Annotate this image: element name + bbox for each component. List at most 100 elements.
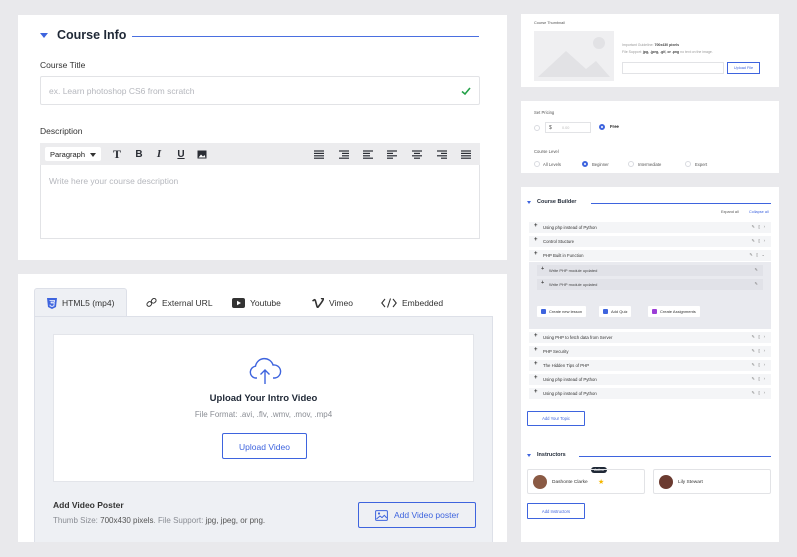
poster-size: 700x430 pixels [100, 516, 154, 525]
topic-row[interactable]: + PHP Security ✎ ▯ › [529, 346, 771, 357]
topic-title: Using php instead of Python [543, 391, 597, 396]
align-justify-icon[interactable] [459, 147, 473, 161]
course-info-header[interactable]: Course Info [40, 28, 126, 42]
tab-html5-label: HTML5 (mp4) [62, 298, 115, 308]
tab-external-url[interactable]: External URL [146, 288, 213, 317]
upload-video-button[interactable]: Upload Video [222, 433, 307, 459]
level-radio-expert[interactable] [685, 161, 691, 167]
create-assignment-button[interactable]: Create Assignments [648, 306, 700, 317]
course-builder-header[interactable]: Course Builder [527, 199, 576, 205]
free-radio[interactable] [599, 124, 605, 130]
tab-html5[interactable]: HTML5 (mp4) [34, 288, 128, 317]
paragraph-select[interactable]: Paragraph [45, 147, 101, 161]
topic-actions-icons[interactable]: ✎ ▯ › [751, 390, 766, 395]
tab-youtube[interactable]: Youtube [232, 288, 281, 317]
topic-actions-icons[interactable]: ✎ ▯ › [751, 376, 766, 381]
list-icon[interactable] [312, 147, 326, 161]
instructors-header[interactable]: Instructors [527, 452, 566, 458]
create-lesson-button[interactable]: Create new lesson [537, 306, 587, 317]
drag-plus-icon[interactable]: + [534, 237, 538, 243]
tab-youtube-label: Youtube [250, 297, 281, 308]
add-video-poster-button[interactable]: Add Video poster [358, 502, 476, 528]
chevron-down-icon [90, 153, 96, 157]
topic-actions-icons[interactable]: ✎ ▯ › [751, 238, 766, 243]
add-topic-button[interactable]: Add Your Topic [527, 411, 585, 426]
text-size-icon[interactable]: T [110, 147, 124, 161]
upload-file-button[interactable]: Upload File [727, 62, 760, 74]
description-label: Description [40, 126, 83, 136]
underline-icon[interactable]: U [174, 147, 188, 161]
video-dropzone[interactable]: Upload Your Intro Video File Format: .av… [53, 334, 474, 482]
collapse-caret-icon[interactable] [40, 32, 48, 38]
topic-actions-icons[interactable]: ✎ ▯ › [751, 334, 766, 339]
expand-all-link[interactable]: Expand all [721, 210, 739, 214]
course-title-label: Course Title [40, 60, 86, 70]
topic-row[interactable]: + Using php instead of Python ✎ ▯ › [529, 388, 771, 399]
italic-icon[interactable]: I [152, 147, 166, 161]
drag-plus-icon[interactable]: + [534, 361, 538, 367]
topic-actions-icons[interactable]: ✎ ▯ ⌄ [749, 252, 766, 257]
drag-plus-icon[interactable]: + [534, 223, 538, 229]
file-format-text: File Format: .avi, .flv, .wmv, .mov, .mp… [194, 410, 333, 419]
tab-embedded[interactable]: Embedded [381, 288, 443, 317]
align-right-icon[interactable] [435, 147, 449, 161]
level-radio-beginner[interactable] [582, 161, 588, 167]
poster-support: jpg, jpeg, or png. [205, 516, 266, 525]
course-title-input[interactable]: ex. Learn photoshop CS6 from scratch [40, 76, 480, 105]
lesson-row[interactable]: + Write PHP module updated ✎ [537, 279, 763, 290]
collapse-all-link[interactable]: Collapse all [749, 210, 769, 214]
lesson-icon [541, 309, 546, 314]
price-input[interactable]: $ 0.00 [545, 122, 591, 133]
topic-row[interactable]: + The Hidden Tips of PHP ✎ ▯ › [529, 360, 771, 371]
add-instructors-button[interactable]: Add Instructors [527, 503, 585, 519]
topic-row[interactable]: + PHP Built in Function ✎ ▯ ⌄ [529, 250, 771, 261]
lesson-row[interactable]: + Write PHP module updated ✎ [537, 265, 763, 276]
instructor-name: Dashonte Clarke [552, 480, 588, 485]
avatar [533, 475, 547, 489]
price-placeholder: 0.00 [562, 126, 570, 130]
add-topic-label: Add Your Topic [542, 416, 570, 421]
drag-plus-icon[interactable]: + [541, 280, 544, 286]
topic-row[interactable]: + Using php instead of Python ✎ ▯ › [529, 222, 771, 233]
intro-video-card: HTML5 (mp4) External URL Youtube Vimeo E… [18, 274, 507, 542]
indent-icon[interactable] [337, 147, 351, 161]
topic-actions-icons[interactable]: ✎ ▯ › [751, 224, 766, 229]
thumbnail-file-field[interactable] [622, 62, 724, 74]
topic-row[interactable]: + Using PHP to fetch data from Server ✎ ▯ … [529, 332, 771, 343]
level-radio-intermediate[interactable] [628, 161, 634, 167]
paid-radio[interactable] [534, 125, 540, 131]
align-center-icon[interactable] [410, 147, 424, 161]
description-editor[interactable]: Write here your course description [40, 165, 480, 239]
align-left-icon[interactable] [385, 147, 399, 161]
upload-title: Upload Your Intro Video [209, 393, 318, 404]
edit-icon[interactable]: ✎ [754, 267, 758, 272]
outdent-icon[interactable] [361, 147, 375, 161]
add-quiz-button[interactable]: Add Quiz [599, 306, 632, 317]
drag-plus-icon[interactable]: + [534, 333, 538, 339]
youtube-icon [232, 297, 245, 308]
lesson-title: Write PHP module updated [549, 268, 598, 273]
tab-vimeo[interactable]: Vimeo [312, 288, 353, 317]
image-icon[interactable] [195, 147, 209, 161]
instructors-divider [579, 456, 771, 457]
level-radio-all[interactable] [534, 161, 540, 167]
currency-symbol: $ [549, 125, 552, 131]
drag-plus-icon[interactable]: + [534, 347, 538, 353]
topic-row[interactable]: + Control Stucture ✎ ▯ › [529, 236, 771, 247]
drag-plus-icon[interactable]: + [534, 375, 538, 381]
edit-icon[interactable]: ✎ [754, 281, 758, 286]
topic-row[interactable]: + Using php instead of Python ✎ ▯ › [529, 374, 771, 385]
instructor-card[interactable]: Lily Stewart [653, 469, 771, 494]
course-title-placeholder: ex. Learn photoshop CS6 from scratch [49, 86, 195, 96]
instructor-card[interactable]: Dashonte Clarke ★ [527, 469, 645, 494]
course-builder-card: Course Builder Expand all Collapse all +… [521, 187, 779, 542]
course-info-card: Course Info Course Title ex. Learn photo… [18, 15, 507, 260]
drag-plus-icon[interactable]: + [534, 251, 538, 257]
topic-actions-icons[interactable]: ✎ ▯ › [751, 362, 766, 367]
course-thumbnail-card: Course Thumbnail Important Guideline: 70… [521, 14, 779, 87]
drag-plus-icon[interactable]: + [541, 266, 544, 272]
topic-actions-icons[interactable]: ✎ ▯ › [751, 348, 766, 353]
bold-icon[interactable]: B [132, 147, 146, 161]
star-icon: ★ [598, 479, 605, 486]
drag-plus-icon[interactable]: + [534, 389, 538, 395]
